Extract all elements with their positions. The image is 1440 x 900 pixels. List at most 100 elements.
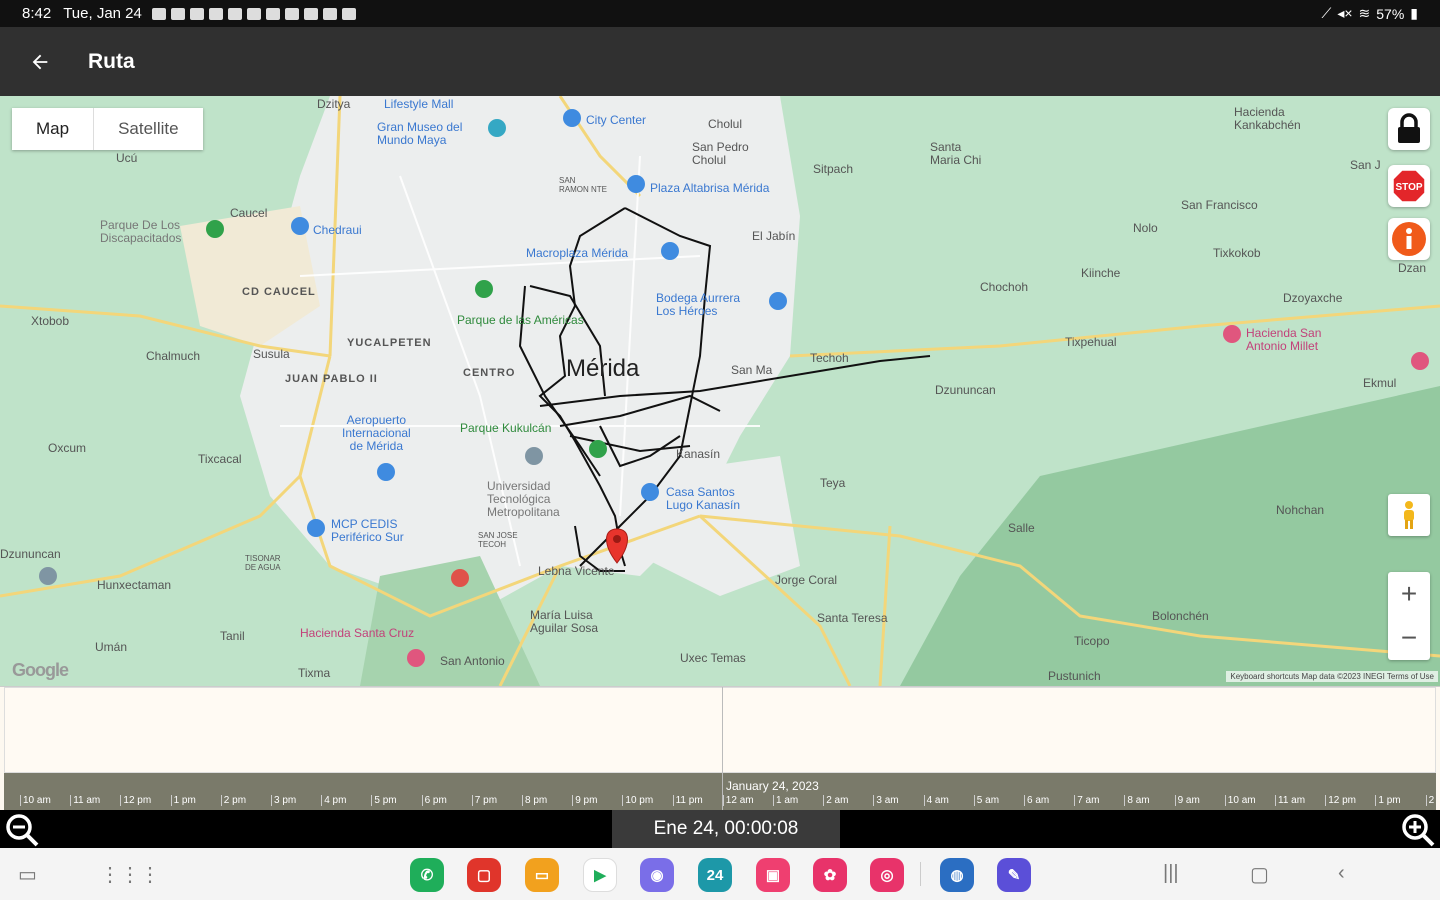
map-label: Caucel [230, 206, 268, 220]
map-label: Ekmul [1363, 376, 1397, 390]
timeline-cursor[interactable] [722, 687, 723, 811]
timeline-tick-label: 10 pm [622, 795, 653, 806]
map-label: Chalmuch [146, 349, 201, 363]
taskbar-divider [920, 862, 921, 886]
messages-app[interactable]: ◉ [640, 858, 674, 892]
timeline-tick-label: 3 pm [271, 795, 296, 806]
timeline-plot[interactable] [4, 687, 1436, 773]
recents-button[interactable]: ||| [1163, 862, 1179, 885]
street-view-pegman[interactable] [1388, 494, 1430, 536]
notification-icon [189, 7, 204, 20]
timeline-tick-label: 6 pm [421, 795, 447, 806]
notes-red-app[interactable]: ▢ [467, 858, 501, 892]
current-time-display: Ene 24, 00:00:08 [612, 810, 840, 848]
home-button[interactable]: ▢ [1250, 862, 1269, 887]
map-zoom-in-button[interactable]: + [1401, 578, 1417, 610]
zoom-in-icon [1402, 814, 1435, 847]
map-label: Dzitya [317, 97, 351, 111]
map-label: San Francisco [1181, 198, 1258, 212]
map-label: Gran Museo del Mundo Maya [377, 120, 463, 147]
notification-icon [322, 7, 337, 20]
map-label: Dzoyaxche [1283, 291, 1343, 305]
map-label: Santa Maria Chi [930, 140, 982, 167]
map-label: Umán [95, 640, 128, 654]
timeline-zoom-out-button[interactable] [4, 812, 40, 853]
signal-icon: ⟋ [1321, 5, 1332, 21]
map-label: TISONAR DE AGUA [245, 554, 281, 572]
stop-icon: STOP [1392, 169, 1426, 203]
map-label: SAN RAMON NTE [559, 176, 607, 194]
pen-app[interactable]: ✎ [997, 858, 1031, 892]
files-app[interactable]: ▭ [525, 858, 559, 892]
info-button[interactable] [1388, 218, 1430, 260]
notification-icon [208, 7, 223, 20]
camera-app[interactable]: ◎ [870, 858, 904, 892]
svg-text:STOP: STOP [1395, 182, 1422, 193]
map-label: Kiinche [1081, 266, 1121, 280]
stop-button[interactable]: STOP [1388, 165, 1430, 207]
map-label: Jorge Coral [775, 573, 838, 587]
map-label: Pustunich [1048, 669, 1101, 683]
phone-app[interactable]: ✆ [410, 858, 444, 892]
back-nav-button[interactable]: ‹ [1338, 862, 1345, 885]
pegman-icon [1404, 501, 1414, 529]
timeline-tick-label: 4 am [923, 795, 949, 806]
timeline-tick-label: 5 pm [371, 795, 397, 806]
navigation-bar: ▭ ⋮⋮⋮ ✆ ▢ ▭ ▶ ◉ 24 ▣ ✿ ◎ ◍ ✎ ||| ▢ ‹ [0, 848, 1440, 900]
timeline-tick-label: 10 am [1224, 795, 1256, 806]
map-type-map-button[interactable]: Map [12, 108, 95, 150]
timeline-tick-label: 12 pm [120, 795, 151, 806]
map-label: City Center [586, 113, 647, 127]
timeline[interactable]: January 24, 2023 10 am 11 am 12 pm 1 pm 2 pm… [0, 686, 1440, 811]
screen: 8:42 Tue, Jan 24 ⟋ ◂× ≋ 57% ▮ Ruta Map S… [0, 0, 1440, 900]
timeline-tick-label: 12 am [722, 795, 754, 806]
timeline-tick-label: 1 pm [170, 795, 196, 806]
map-label: Hacienda San Antonio Millet [1246, 326, 1322, 353]
map-attribution[interactable]: Keyboard shortcuts Map data ©2023 INEGI … [1226, 671, 1438, 682]
map-label: Cholul [708, 117, 743, 131]
lock-button[interactable] [1388, 108, 1430, 150]
timeline-tick-label: 7 pm [471, 795, 497, 806]
notification-icon [303, 7, 318, 20]
flower-app[interactable]: ✿ [813, 858, 847, 892]
map-label: Lifestyle Mall [384, 97, 454, 111]
galaxy-store-app[interactable]: ▣ [756, 858, 790, 892]
browser-app[interactable]: ◍ [940, 858, 974, 892]
timeline-tick-label: 1 am [773, 795, 798, 806]
battery-icon: ▮ [1410, 5, 1418, 21]
timeline-tick-label: 7 am [1074, 795, 1099, 806]
timeline-zoom-in-button[interactable] [1400, 812, 1436, 853]
map-label: Susula [253, 347, 290, 361]
page-title: Ruta [88, 49, 135, 73]
map-label: Tanil [220, 629, 245, 643]
map-label: San J [1350, 158, 1381, 172]
timeline-axis[interactable]: January 24, 2023 10 am 11 am 12 pm 1 pm 2 pm… [4, 773, 1436, 811]
timeline-date-label: January 24, 2023 [726, 779, 819, 793]
timeline-tick-label: 6 am [1024, 795, 1049, 806]
notification-icon [227, 7, 242, 20]
timeline-tick-label: 2 pm [220, 795, 246, 806]
arrow-left-icon [32, 54, 48, 69]
apps-grid-icon[interactable]: ⋮⋮⋮ [100, 862, 160, 887]
map-type-satellite-button[interactable]: Satellite [94, 108, 202, 150]
map-label: Ticopo [1074, 634, 1110, 648]
map-label: Sitpach [813, 162, 854, 176]
timeline-tick-label: 9 am [1174, 795, 1200, 806]
timeline-tick-label: 12 pm [1325, 795, 1356, 806]
timeline-tick-label: 2 am [823, 795, 848, 806]
calendar-app[interactable]: 24 [698, 858, 732, 892]
map-label: SAN JOSE TECOH [478, 531, 518, 549]
system-status: ⟋ ◂× ≋ 57% ▮ [1322, 5, 1419, 22]
map-label: Hacienda Santa Cruz [300, 626, 415, 640]
screenshot-icon[interactable]: ▭ [18, 862, 37, 887]
map-view[interactable]: Map Satellite Dzitya Lifestyle Mall Gran… [0, 96, 1440, 686]
map-label: Oxcum [48, 441, 87, 455]
map-label: Nohchan [1276, 503, 1325, 517]
back-button[interactable] [20, 42, 60, 82]
timeline-tick-label: 9 pm [572, 795, 597, 806]
map-label: Bodega Aurrera Los Héroes [656, 291, 741, 318]
map-label: Nolo [1133, 221, 1158, 235]
map-label: YUCALPETEN [347, 337, 432, 349]
map-zoom-out-button[interactable]: − [1401, 622, 1417, 654]
play-store-app[interactable]: ▶ [583, 858, 617, 892]
